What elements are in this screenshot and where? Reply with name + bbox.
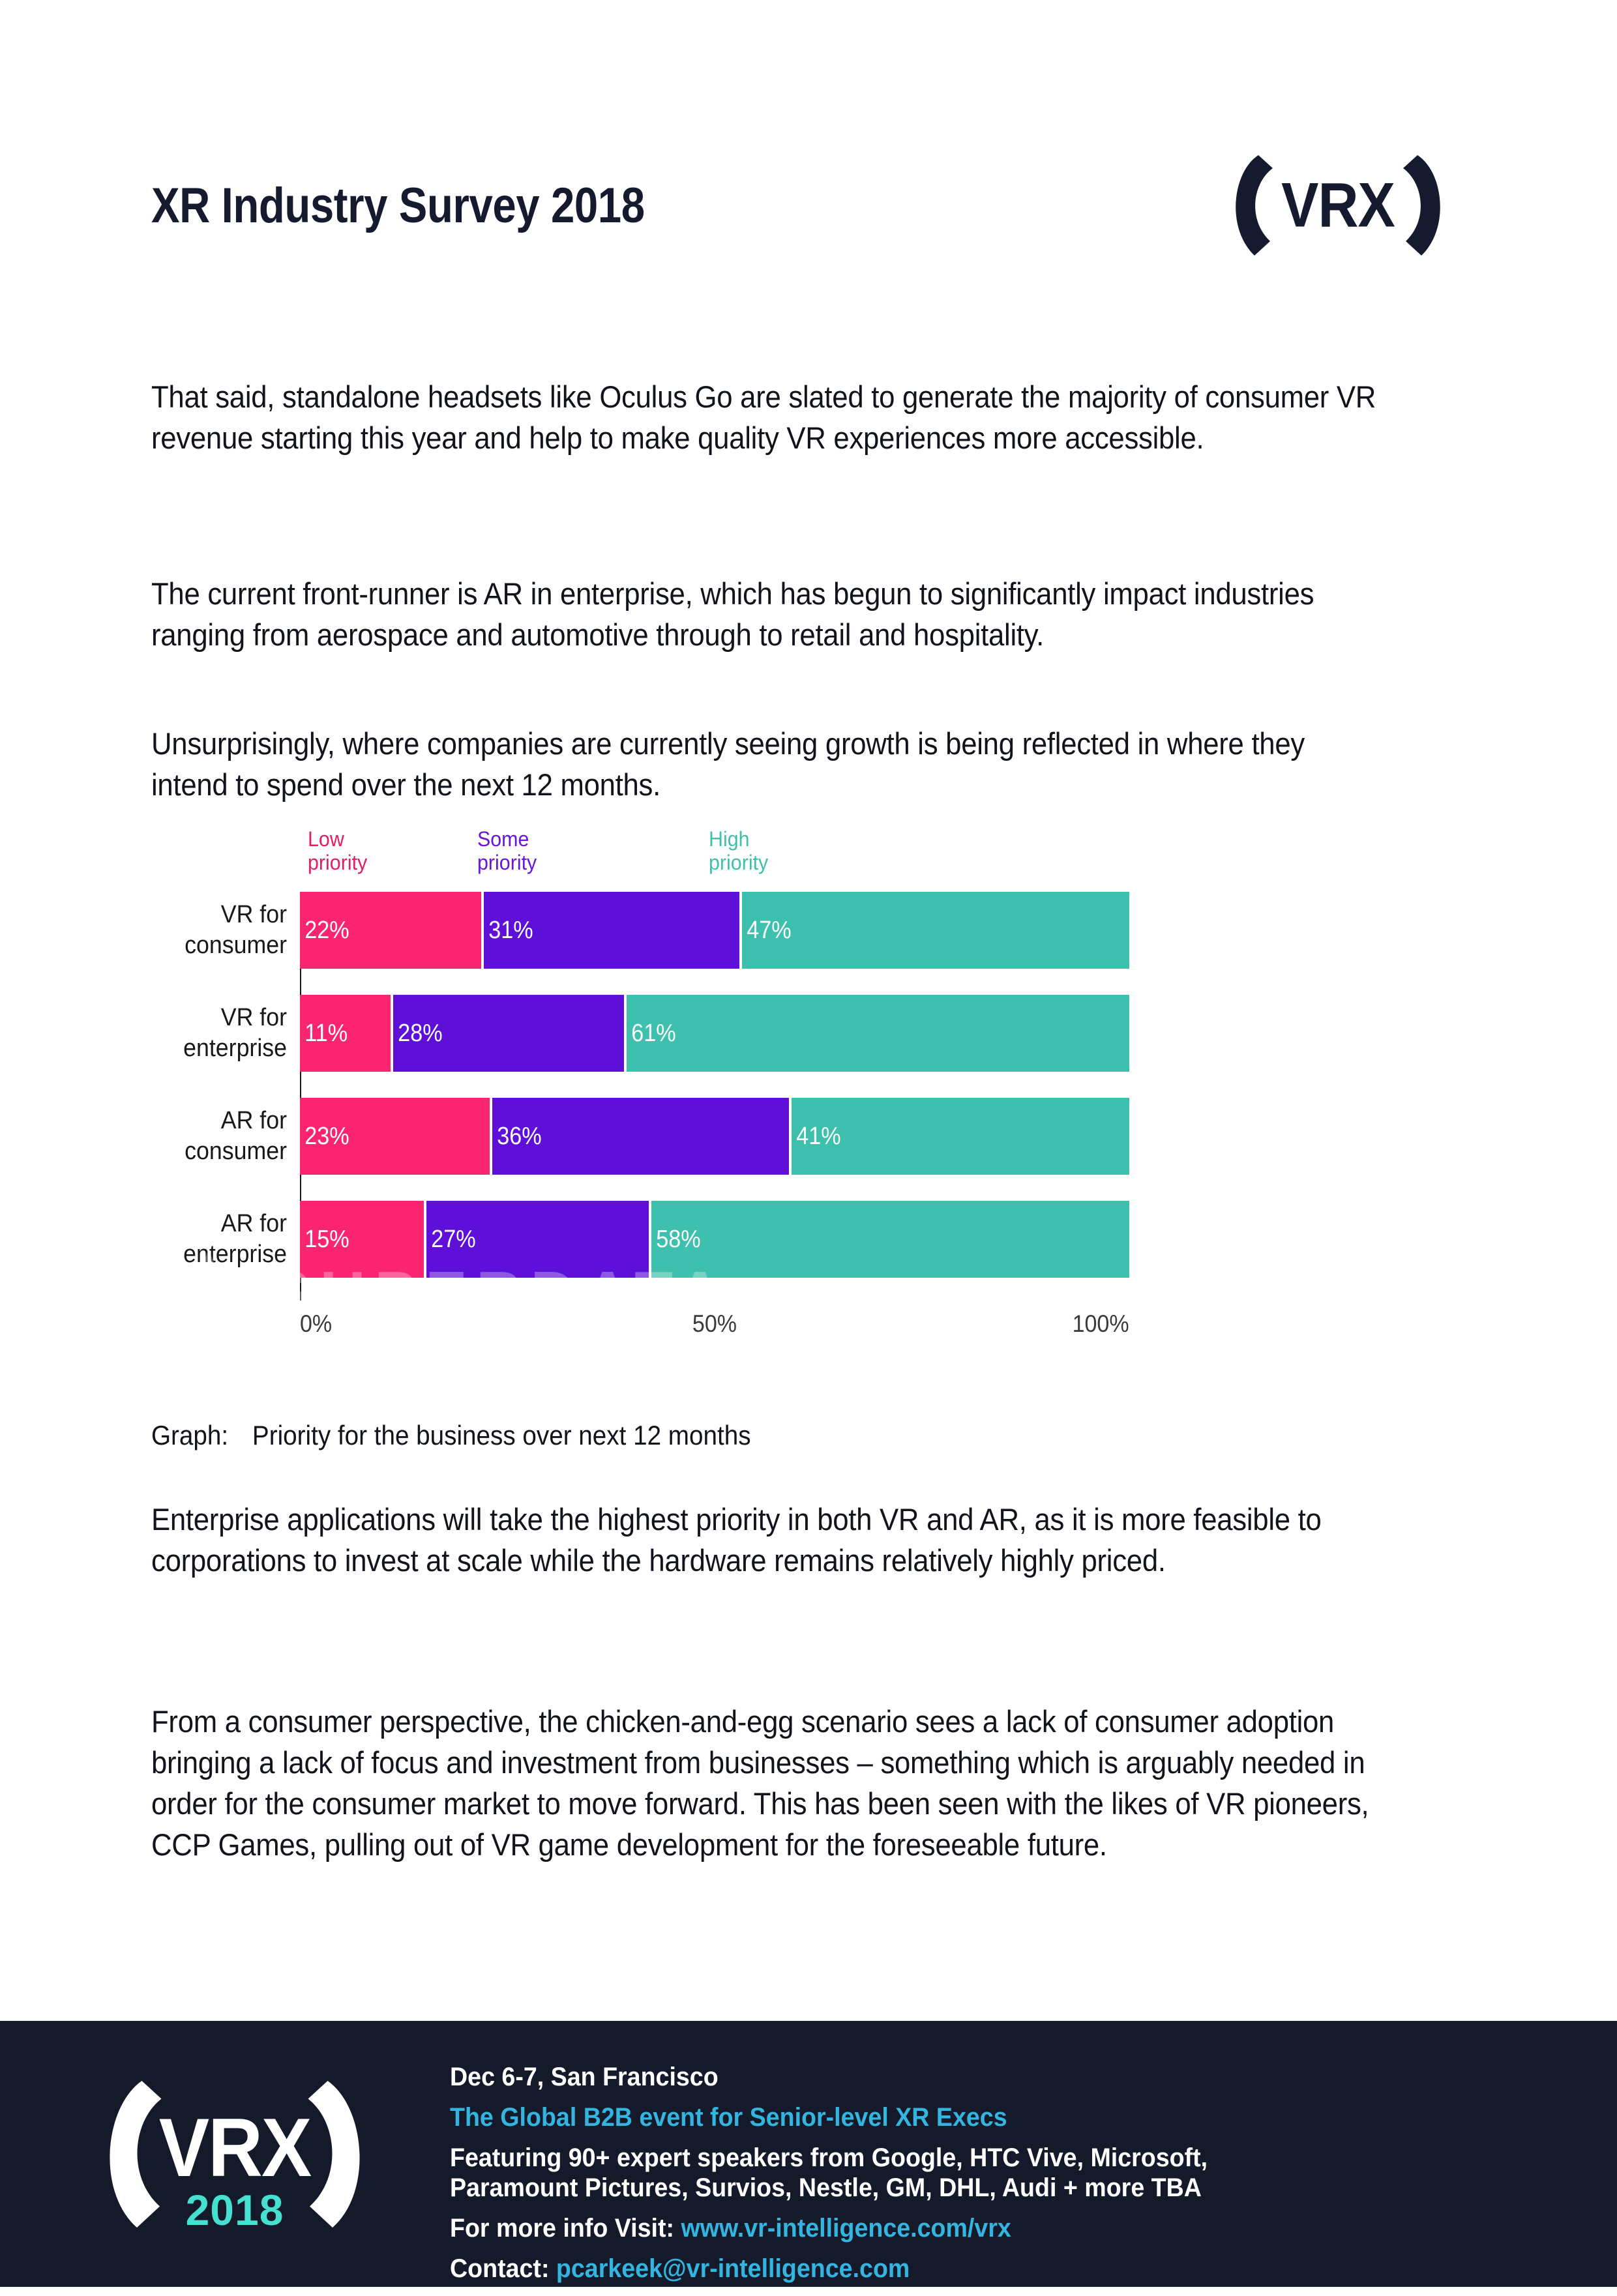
footer-vrx-logo-text: VRX [158, 2100, 312, 2194]
bar-segment-value: 31% [488, 916, 533, 944]
paragraph-2: The current front-runner is AR in enterp… [151, 576, 1314, 652]
paragraph-5: From a consumer perspective, the chicken… [151, 1704, 1369, 1862]
x-axis-tick-label: 50% [692, 1310, 737, 1337]
footer-year: 2018 [185, 2186, 284, 2234]
legend-item-high-priority: High priority [709, 827, 769, 874]
document-header: XR Industry Survey 2018 VRX [151, 140, 1468, 271]
footer-speakers-line-1: Featuring 90+ expert speakers from Googl… [450, 2143, 1208, 2172]
bar-segment: 41% [791, 1098, 1129, 1175]
legend-item-some-priority: Some priority [477, 827, 537, 874]
graph-caption: Graph: Priority for the business over nex… [151, 1420, 751, 1451]
bar-segment: 11% [300, 995, 391, 1072]
x-axis-ticks: 0% 50% 100% [300, 1310, 1129, 1343]
document-page: XR Industry Survey 2018 VRX That said, s… [0, 0, 1617, 2287]
footer-vrx-logo: VRX 2018 [62, 2061, 408, 2257]
bar-row: VR for enterprise 11% 28% 61% [183, 995, 1129, 1072]
bar-segment: 22% [300, 892, 482, 969]
footer-contact-label: Contact: [450, 2254, 556, 2283]
bar-category-label: AR for consumer [185, 1106, 287, 1166]
vrx-logo-text: VRX [1281, 169, 1395, 241]
bar-segment: 31% [484, 892, 739, 969]
bar-segment-value: 58% [656, 1225, 701, 1253]
footer-email-link[interactable]: pcarkeek@vr-intelligence.com [556, 2254, 910, 2283]
paragraph-4: Enterprise applications will take the hi… [151, 1502, 1322, 1578]
caption-key: Graph: [151, 1420, 229, 1450]
bar-category-label: VR for enterprise [183, 1003, 287, 1063]
document-footer: VRX 2018 Dec 6-7, San Francisco The Glob… [0, 2021, 1617, 2287]
footer-website-link[interactable]: www.vr-intelligence.com/vrx [681, 2214, 1011, 2243]
bar-row: AR for enterprise 15% 27% 58% [183, 1201, 1129, 1278]
bar-segment-value: 28% [398, 1019, 443, 1047]
bar-segment-value: 47% [747, 916, 792, 944]
x-axis-tick-label: 100% [1072, 1310, 1129, 1337]
legend-item-low-priority: Low priority [308, 827, 368, 874]
bar-segment-value: 15% [304, 1225, 349, 1253]
bar-segment-value: 11% [304, 1019, 348, 1047]
bar-segment: 15% [300, 1201, 424, 1278]
footer-more-info-label: For more info Visit: [450, 2214, 681, 2243]
footer-date-location: Dec 6-7, San Francisco [450, 2063, 719, 2091]
footer-more-info: For more info Visit: www.vr-intelligence… [450, 2215, 1492, 2241]
vrx-logo: VRX [1208, 140, 1468, 271]
bar-segment-value: 61% [631, 1019, 676, 1047]
bar-row: AR for consumer 23% 36% 41% [185, 1098, 1129, 1175]
chart-plot-area: VR for consumer 22% 31% 47% VR for enterpris… [183, 892, 1129, 1278]
bar-category-label: AR for enterprise [183, 1209, 287, 1269]
paragraph-1: That said, standalone headsets like Ocul… [151, 379, 1376, 455]
paragraph-3: Unsurprisingly, where companies are curr… [151, 726, 1305, 802]
bar-segment: 58% [651, 1201, 1129, 1278]
bar-segment: 27% [426, 1201, 649, 1278]
priority-stacked-bar-chart: Low priority Some priority High priority… [151, 827, 1129, 1408]
bar-segment-value: 27% [430, 1225, 476, 1253]
x-axis-tick-label: 0% [300, 1310, 333, 1337]
caption-text: Priority for the business over next 12 m… [252, 1420, 751, 1450]
bar-row: VR for consumer 22% 31% 47% [185, 892, 1129, 969]
bar-segment: 23% [300, 1098, 490, 1175]
bar-segment-value: 36% [496, 1122, 542, 1150]
footer-tagline: The Global B2B event for Senior-level XR… [450, 2103, 1007, 2132]
chart-legend: Low priority Some priority High priority [151, 827, 1129, 890]
bar-category-label: VR for consumer [185, 900, 287, 960]
bar-segment-value: 23% [304, 1122, 349, 1150]
bar-segment-value: 22% [304, 916, 349, 944]
bar-segment: 28% [393, 995, 624, 1072]
footer-info-block: Dec 6-7, San Francisco The Global B2B ev… [450, 2064, 1558, 2296]
page-title: XR Industry Survey 2018 [151, 177, 645, 233]
bar-segment: 47% [741, 892, 1129, 969]
footer-speakers-line-2: Paramount Pictures, Survios, Nestle, GM,… [450, 2173, 1202, 2202]
bar-segment: 61% [626, 995, 1129, 1072]
bar-segment-value: 41% [795, 1122, 841, 1150]
footer-contact: Contact: pcarkeek@vr-intelligence.com [450, 2256, 1492, 2282]
bar-segment: 36% [492, 1098, 789, 1175]
